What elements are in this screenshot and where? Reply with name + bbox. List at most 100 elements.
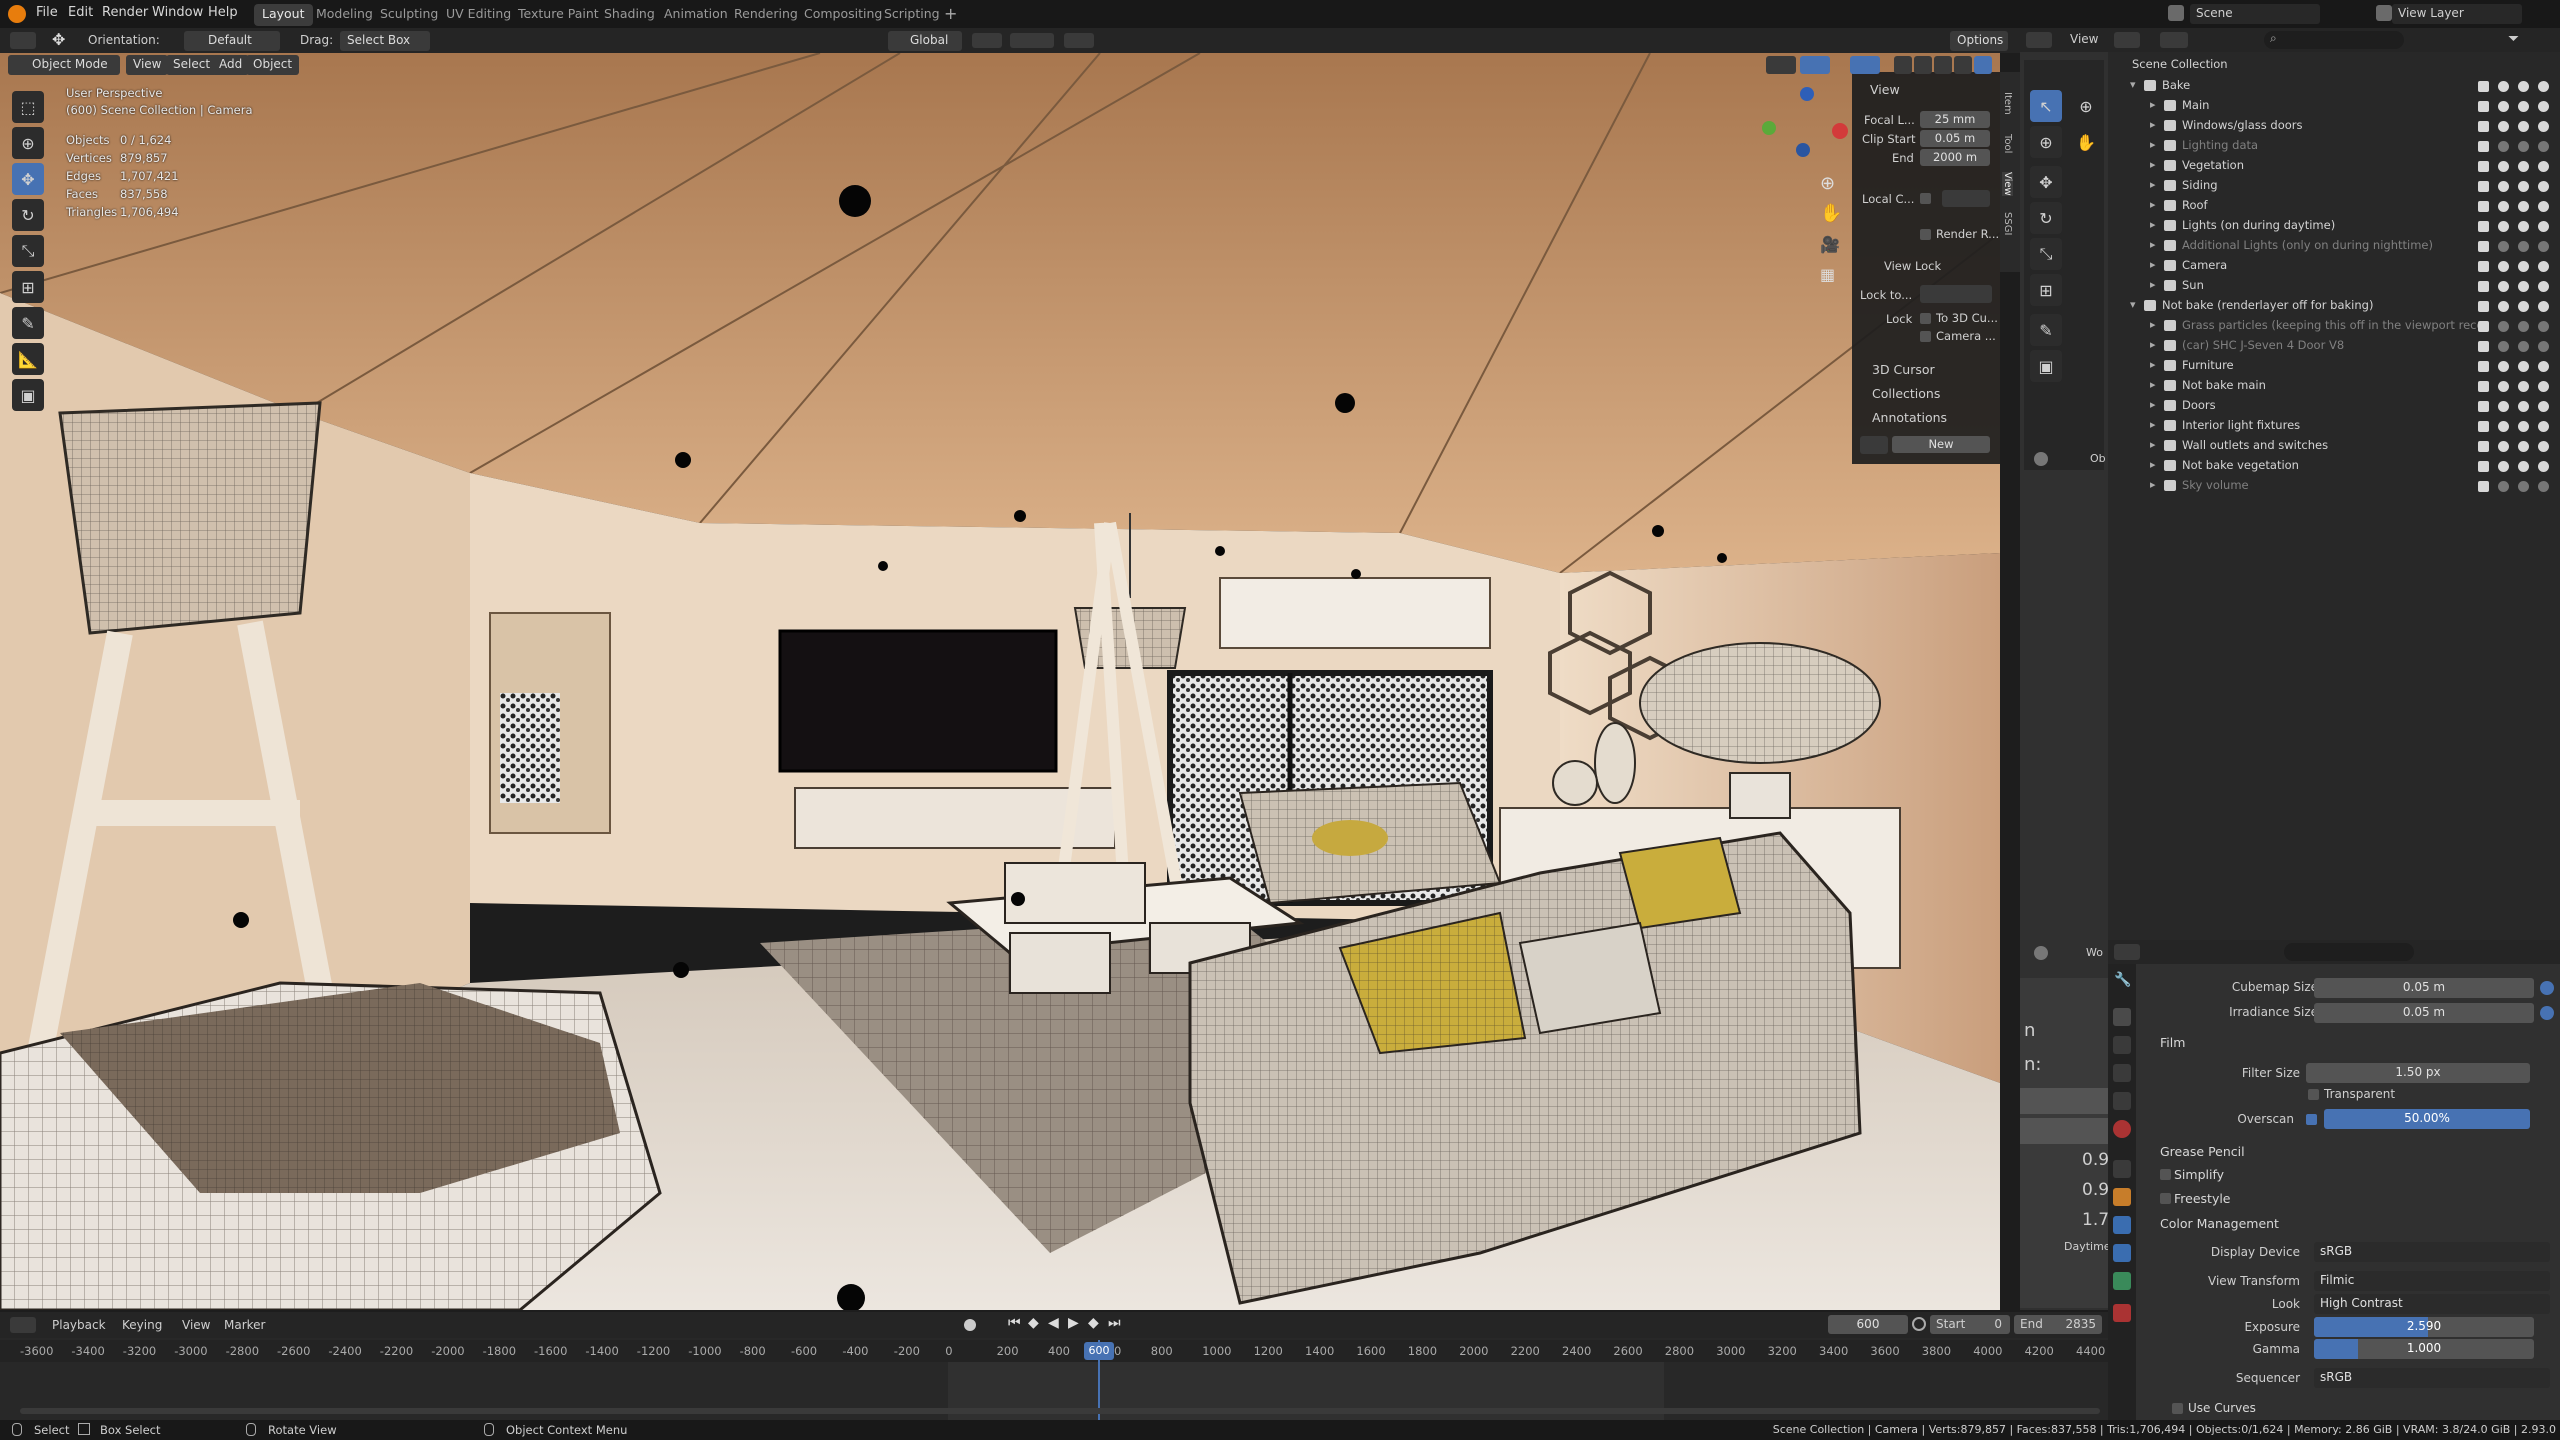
snap-icon[interactable] [1010, 33, 1054, 48]
use-curves-section[interactable]: Use Curves [2188, 1401, 2256, 1415]
exclude-checkbox[interactable] [2478, 341, 2489, 352]
use-curves-checkbox[interactable] [2172, 1403, 2183, 1414]
tab-ssgi[interactable]: SSGI [2002, 212, 2013, 235]
secondary-cube-icon[interactable]: ▣ [2030, 350, 2062, 382]
editor-type-icon[interactable] [10, 32, 36, 49]
measure-tool-icon[interactable]: 📐 [12, 343, 44, 375]
gizmo-neg-z-icon[interactable] [1796, 143, 1810, 157]
tab-layout[interactable]: Layout [254, 4, 313, 26]
ortho-toggle-icon[interactable]: ▦ [1820, 265, 1835, 284]
menu-help[interactable]: Help [208, 5, 238, 20]
outliner-row[interactable]: ▸ Siding [2110, 177, 2560, 197]
orientation-dropdown[interactable]: Default [184, 31, 280, 51]
exclude-checkbox[interactable] [2478, 321, 2489, 332]
collection-properties-icon[interactable] [2113, 1160, 2131, 1178]
outliner-row[interactable]: ▾ Bake [2110, 77, 2560, 97]
local-camera-field[interactable] [1942, 190, 1990, 207]
exclude-checkbox[interactable] [2478, 181, 2489, 192]
render-toggle-icon[interactable] [2538, 121, 2549, 132]
annotate-tool-icon[interactable]: ✎ [12, 307, 44, 339]
viewport-disable-icon[interactable] [2518, 321, 2529, 332]
exclude-checkbox[interactable] [2478, 361, 2489, 372]
exclude-checkbox[interactable] [2478, 161, 2489, 172]
viewport-disable-icon[interactable] [2518, 121, 2529, 132]
secondary-editor-type-icon[interactable] [2026, 32, 2052, 48]
camera-to-view-checkbox[interactable] [1920, 331, 1931, 342]
clock-icon[interactable] [1912, 1317, 1926, 1331]
expand-arrow-icon[interactable]: ▸ [2150, 378, 2156, 391]
collapse-arrow-icon[interactable]: ▾ [2130, 298, 2136, 311]
view-lock-header[interactable]: View Lock [1884, 259, 1941, 273]
transform-orientation-dropdown[interactable]: Global [888, 31, 962, 51]
focal-length-field[interactable]: 25 mm [1920, 111, 1990, 128]
render-toggle-icon[interactable] [2538, 361, 2549, 372]
render-toggle-icon[interactable] [2538, 421, 2549, 432]
render-toggle-icon[interactable] [2538, 161, 2549, 172]
irradiance-size-field[interactable]: 0.05 m [2314, 1003, 2534, 1023]
current-frame-field[interactable]: 600 [1828, 1315, 1908, 1334]
playhead-frame-label[interactable]: 600 [1084, 1342, 1114, 1360]
view-section-header[interactable]: View [1870, 82, 1900, 97]
tab-view[interactable]: View [2002, 172, 2013, 196]
navigation-gizmo[interactable] [1760, 83, 1850, 173]
render-toggle-icon[interactable] [2538, 481, 2549, 492]
shading-rendered-icon[interactable] [1974, 56, 1992, 74]
exclude-checkbox[interactable] [2478, 101, 2489, 112]
secondary-cursor-icon[interactable]: ⊕ [2030, 126, 2062, 158]
scene-name-field[interactable]: Scene [2190, 4, 2320, 24]
overlay-toggle-icon[interactable] [1850, 56, 1880, 74]
camera-view-icon[interactable]: 🎥 [1820, 235, 1840, 254]
freestyle-checkbox[interactable] [2160, 1193, 2171, 1204]
collections-section[interactable]: Collections [1872, 386, 1940, 401]
exclude-checkbox[interactable] [2478, 481, 2489, 492]
select-menu[interactable]: Select [166, 55, 218, 75]
outliner-search-input[interactable] [2264, 31, 2404, 49]
new-annotation-button[interactable]: New [1892, 436, 1990, 453]
tab-texture-paint[interactable]: Texture Paint [510, 4, 607, 26]
play-icon[interactable]: ▶ [1068, 1315, 1079, 1331]
tab-rendering[interactable]: Rendering [726, 4, 806, 26]
secondary-rotate-icon[interactable]: ↻ [2030, 202, 2062, 234]
viewport-visibility-icon[interactable] [1766, 56, 1796, 74]
expand-arrow-icon[interactable]: ▸ [2150, 438, 2156, 451]
viewport-disable-icon[interactable] [2518, 421, 2529, 432]
simplify-checkbox[interactable] [2160, 1169, 2171, 1180]
outliner-row[interactable]: ▸ Interior light fixtures [2110, 417, 2560, 437]
expand-arrow-icon[interactable]: ▸ [2150, 98, 2156, 111]
expand-arrow-icon[interactable]: ▸ [2150, 238, 2156, 251]
viewport-disable-icon[interactable] [2518, 261, 2529, 272]
keying-menu[interactable]: Keying [122, 1318, 162, 1332]
viewport-disable-icon[interactable] [2518, 141, 2529, 152]
secondary-move-icon[interactable]: ✥ [2030, 166, 2062, 198]
visibility-eye-icon[interactable] [2498, 161, 2509, 172]
exclude-checkbox[interactable] [2478, 221, 2489, 232]
outliner-row[interactable]: ▸ Sky volume [2110, 477, 2560, 497]
annotations-section[interactable]: Annotations [1872, 410, 1947, 425]
secondary-hand-icon[interactable]: ✋ [2070, 126, 2102, 158]
next-keyframe-icon[interactable]: ◆ [1088, 1315, 1099, 1331]
transparent-checkbox[interactable] [2308, 1089, 2319, 1100]
visibility-eye-icon[interactable] [2498, 341, 2509, 352]
viewport-disable-icon[interactable] [2518, 201, 2529, 212]
cubemap-size-field[interactable]: 0.05 m [2314, 978, 2534, 998]
outliner-row[interactable]: ▸ (car) SHC J-Seven 4 Door V8 [2110, 337, 2560, 357]
render-toggle-icon[interactable] [2538, 301, 2549, 312]
record-icon[interactable] [964, 1319, 976, 1331]
view-transform-dropdown[interactable]: Filmic [2314, 1271, 2550, 1291]
outliner-row[interactable]: ▸ Additional Lights (only on during night… [2110, 237, 2560, 257]
render-toggle-icon[interactable] [2538, 281, 2549, 292]
local-camera-checkbox[interactable] [1920, 193, 1931, 204]
secondary-annotate-icon[interactable]: ✎ [2030, 314, 2062, 346]
render-toggle-icon[interactable] [2538, 461, 2549, 472]
jump-end-icon[interactable]: ⏭ [1108, 1315, 1121, 1331]
tab-tool[interactable]: Tool [2002, 134, 2013, 153]
exclude-checkbox[interactable] [2478, 261, 2489, 272]
exclude-checkbox[interactable] [2478, 241, 2489, 252]
viewport-disable-icon[interactable] [2518, 221, 2529, 232]
exclude-checkbox[interactable] [2478, 201, 2489, 212]
menu-window[interactable]: Window [152, 5, 203, 20]
exclude-checkbox[interactable] [2478, 121, 2489, 132]
timeline-scrollbar[interactable] [20, 1408, 2100, 1414]
viewport-disable-icon[interactable] [2518, 161, 2529, 172]
menu-render[interactable]: Render [102, 5, 148, 20]
